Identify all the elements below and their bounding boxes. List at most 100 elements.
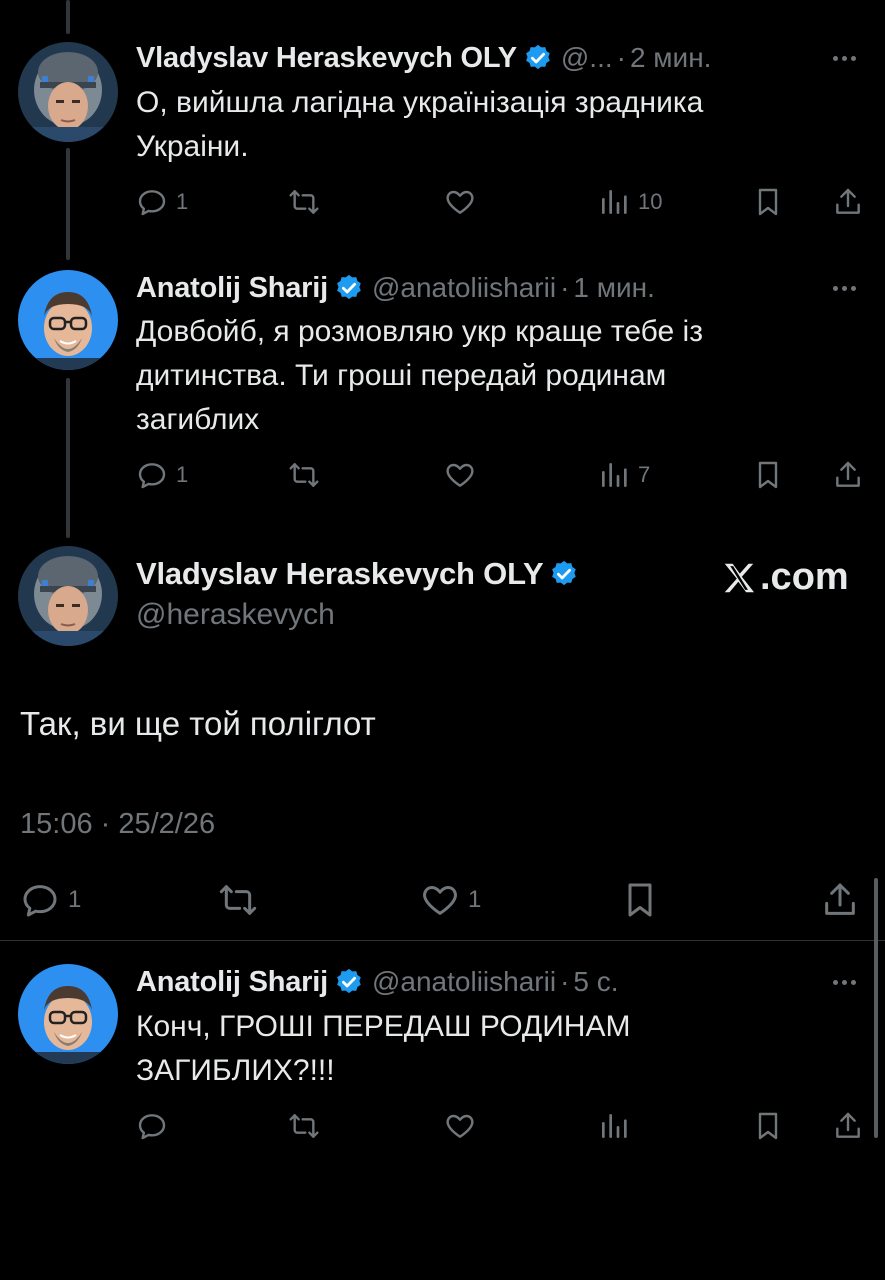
tweet-text: Довбойб, я розмовляю укр краще тебе із д…: [136, 310, 836, 442]
main-tweet-text: Так, ви ще той поліглот: [20, 705, 376, 742]
reply-count: 1: [176, 462, 189, 487]
author-name[interactable]: Anatolij Sharij: [136, 272, 328, 305]
bookmark-icon: [752, 1110, 784, 1142]
share-icon: [832, 186, 864, 218]
verified-icon: [549, 559, 579, 589]
separator-dot: ·: [616, 42, 626, 73]
author-name[interactable]: Vladyslav Heraskevych OLY: [136, 556, 544, 592]
retweet-button[interactable]: [288, 455, 320, 495]
tweet-actions: 1 7: [136, 455, 866, 495]
views-button[interactable]: 7: [598, 455, 650, 495]
share-icon: [820, 880, 860, 920]
verified-icon: [523, 43, 553, 73]
separator-dot: ·: [560, 272, 570, 303]
tweet-header: Anatolij Sharij @anatoliisharii · 1 мин.: [136, 270, 655, 306]
avatar[interactable]: [18, 270, 118, 370]
views-icon: [598, 459, 630, 491]
retweet-icon: [218, 880, 258, 920]
reply-icon: [20, 880, 60, 920]
thread-line-1: [66, 148, 70, 260]
like-button[interactable]: 1: [420, 878, 481, 922]
tweet-text: О, вийшла лагідна українізація зрадника …: [136, 81, 836, 169]
tweet-text-line: Довбойб, я розмовляю укр краще тебе із: [136, 315, 703, 348]
author-handle[interactable]: @anatoliisharii: [372, 966, 556, 998]
reply-button[interactable]: 1: [136, 455, 188, 495]
bookmark-icon: [620, 880, 660, 920]
tweet-text: Конч, ГРОШІ ПЕРЕДАШ РОДИНАМ ЗАГИБЛИХ?!!!: [136, 1005, 836, 1093]
author-name[interactable]: Vladyslav Heraskevych OLY: [136, 42, 517, 75]
divider: [0, 940, 885, 941]
share-button[interactable]: [832, 1106, 864, 1146]
tweet-header: Anatolij Sharij @anatoliisharii · 5 с.: [136, 964, 619, 1000]
like-button[interactable]: [444, 182, 476, 222]
reply-icon: [136, 459, 168, 491]
bookmark-button[interactable]: [752, 182, 784, 222]
avatar[interactable]: [18, 546, 118, 646]
bookmark-icon: [752, 186, 784, 218]
scrollbar[interactable]: [874, 878, 878, 1138]
share-button[interactable]: [832, 455, 864, 495]
x-logo-icon: [724, 563, 755, 592]
retweet-icon: [288, 459, 320, 491]
tweet-time[interactable]: 5 с.: [573, 966, 618, 998]
like-icon: [444, 186, 476, 218]
reply-button[interactable]: 1: [20, 878, 81, 922]
bookmark-button[interactable]: [752, 455, 784, 495]
tweet-header: Vladyslav Heraskevych OLY @... · 2 мин.: [136, 40, 711, 76]
reply-button[interactable]: 1: [136, 182, 188, 222]
like-icon: [420, 880, 460, 920]
tweet-time[interactable]: 2 мин.: [630, 42, 711, 74]
views-icon: [598, 1110, 630, 1142]
views-button[interactable]: [598, 1106, 630, 1146]
more-icon[interactable]: [833, 977, 863, 987]
tweet-timestamp[interactable]: 15:06 · 25/2/26: [20, 808, 215, 841]
author-handle[interactable]: @heraskevych: [136, 598, 335, 632]
share-button[interactable]: [820, 878, 860, 922]
retweet-button[interactable]: [288, 182, 320, 222]
share-button[interactable]: [832, 182, 864, 222]
views-count: 10: [638, 189, 663, 214]
tweet-actions: 1 10: [136, 182, 866, 222]
reply-button[interactable]: [136, 1106, 168, 1146]
like-button[interactable]: [444, 455, 476, 495]
tweet-text-line: ЗАГИБЛИХ?!!!: [136, 1054, 335, 1087]
share-icon: [832, 459, 864, 491]
verified-icon: [334, 273, 364, 303]
tweet-text-line: О, вийшла лагідна українізація зрадника: [136, 86, 704, 119]
views-count: 7: [638, 462, 651, 487]
tweet-text-line: дитинства. Ти гроші передай родинам: [136, 359, 667, 392]
main-tweet-actions: 1 1: [20, 878, 865, 922]
bookmark-button[interactable]: [752, 1106, 784, 1146]
author-handle[interactable]: @anatoliisharii: [372, 272, 556, 304]
tweet-text-line: Украіни.: [136, 130, 249, 163]
more-icon[interactable]: [833, 283, 863, 293]
thread-line-2: [66, 378, 70, 538]
more-icon[interactable]: [833, 53, 863, 63]
avatar[interactable]: [18, 42, 118, 142]
reply-icon: [136, 1110, 168, 1142]
thread-line-top: [66, 0, 70, 34]
avatar[interactable]: [18, 964, 118, 1064]
views-button[interactable]: 10: [598, 182, 662, 222]
retweet-icon: [288, 1110, 320, 1142]
tweet-actions: [136, 1106, 866, 1146]
tweet-text-line: загиблих: [136, 403, 260, 436]
like-icon: [444, 1110, 476, 1142]
retweet-button[interactable]: [288, 1106, 320, 1146]
x-logo-watermark: .com: [720, 556, 849, 599]
views-icon: [598, 186, 630, 218]
like-button[interactable]: [444, 1106, 476, 1146]
bookmark-icon: [752, 459, 784, 491]
main-tweet-header: Vladyslav Heraskevych OLY: [136, 556, 587, 592]
retweet-icon: [288, 186, 320, 218]
reply-count: 1: [176, 189, 189, 214]
separator-dot: ·: [560, 966, 570, 997]
retweet-button[interactable]: [218, 878, 258, 922]
author-handle[interactable]: @...: [561, 42, 613, 74]
reply-count: 1: [68, 886, 82, 913]
author-name[interactable]: Anatolij Sharij: [136, 966, 328, 999]
tweet-time[interactable]: 1 мин.: [573, 272, 654, 304]
site-text: .com: [760, 556, 849, 598]
verified-icon: [334, 967, 364, 997]
bookmark-button[interactable]: [620, 878, 660, 922]
